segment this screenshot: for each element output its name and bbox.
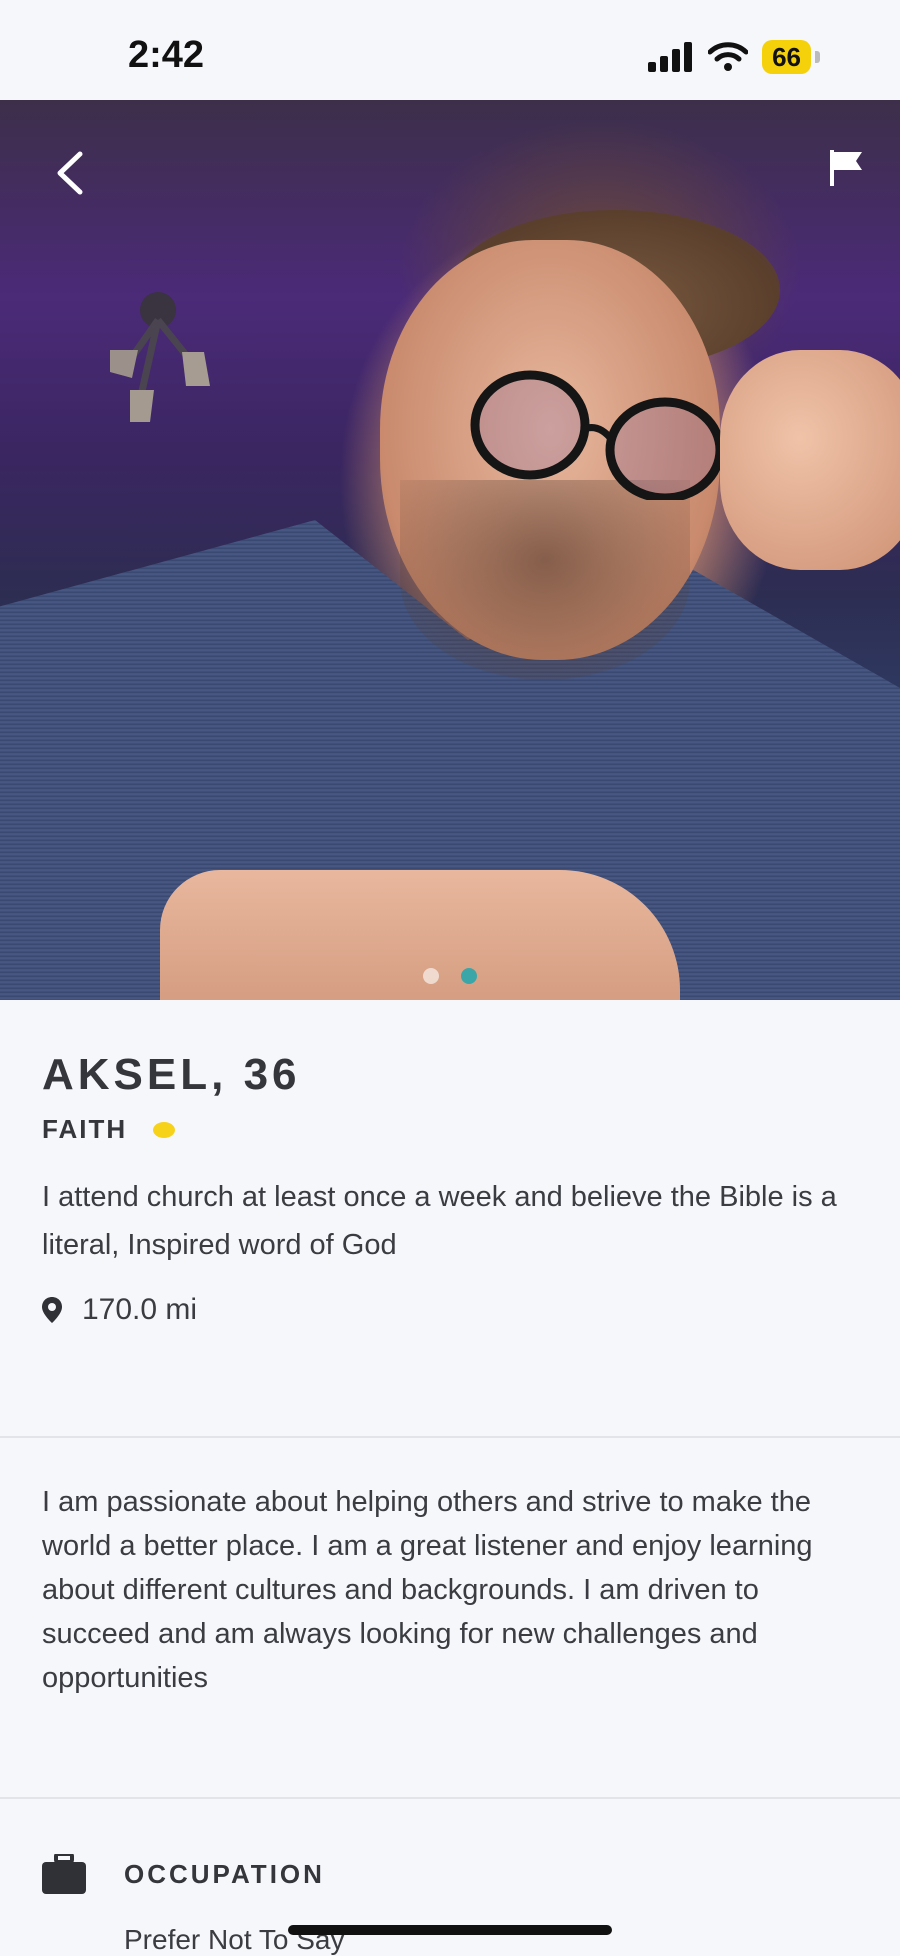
battery-nub (815, 51, 820, 63)
photo-fist (720, 350, 900, 570)
battery-icon: 66 (762, 40, 811, 74)
photo-beard (400, 480, 690, 680)
faith-indicator-dot (153, 1121, 176, 1138)
cellular-signal-icon (648, 42, 693, 72)
status-time: 2:42 (128, 34, 205, 76)
photo-dot-2[interactable] (461, 968, 477, 984)
occupation-header: OCCUPATION (42, 1854, 862, 1894)
distance-text: 170.0 mi (82, 1293, 198, 1326)
profile-photo[interactable] (0, 100, 900, 1000)
faith-label: FAITH (42, 1114, 128, 1144)
ceiling-lamp (110, 292, 210, 422)
photo-glasses (470, 370, 725, 500)
faith-description: I attend church at least once a week and… (42, 1181, 837, 1261)
location-pin-icon (42, 1297, 62, 1323)
battery-level: 66 (772, 42, 801, 72)
section-divider (0, 1436, 900, 1438)
flag-icon (830, 150, 862, 186)
faith-row: FAITH (42, 1114, 862, 1145)
briefcase-icon (42, 1854, 86, 1894)
status-icons: 66 (648, 40, 820, 74)
profile-name-age: AKSEL, 36 (42, 1050, 301, 1099)
back-chevron-icon (57, 151, 83, 195)
wifi-icon (708, 42, 749, 71)
photo-pagination (0, 968, 900, 984)
distance-row: 170.0 mi (42, 1293, 862, 1327)
report-button[interactable] (826, 148, 866, 193)
home-indicator[interactable] (288, 1925, 612, 1935)
section-divider (0, 1797, 900, 1799)
profile-info: AKSEL, 36 FAITH I attend church at least… (42, 1050, 862, 1327)
occupation-label: OCCUPATION (124, 1858, 325, 1889)
back-button[interactable] (48, 148, 92, 198)
bio-text: I am passionate about helping others and… (42, 1486, 813, 1694)
occupation-section: OCCUPATION Prefer Not To Say (42, 1854, 862, 1956)
photo-dot-1[interactable] (423, 968, 439, 984)
status-bar: 2:42 66 (0, 0, 900, 100)
